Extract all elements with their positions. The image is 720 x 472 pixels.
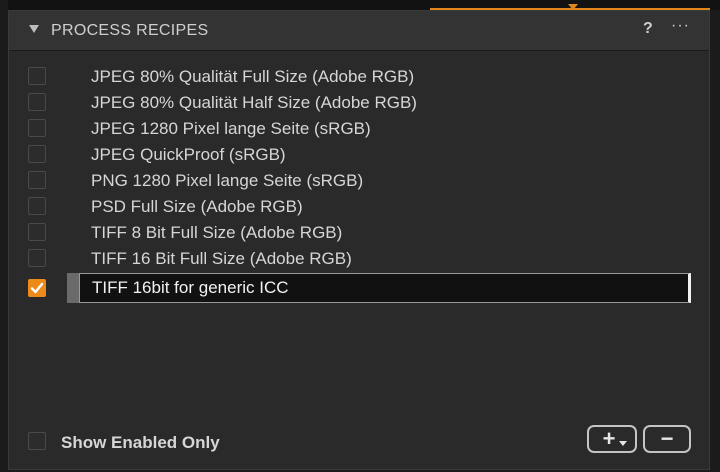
recipe-row[interactable]: TIFF 16 Bit Full Size (Adobe RGB) bbox=[9, 245, 709, 271]
recipe-label: JPEG 80% Qualität Half Size (Adobe RGB) bbox=[91, 93, 417, 112]
recipe-label: JPEG 1280 Pixel lange Seite (sRGB) bbox=[91, 119, 371, 138]
show-enabled-only-label[interactable]: Show Enabled Only bbox=[61, 433, 220, 453]
panel-title: PROCESS RECIPES bbox=[51, 22, 209, 39]
recipe-checkbox[interactable] bbox=[28, 279, 46, 297]
panel-header: PROCESS RECIPES ? ··· bbox=[9, 11, 709, 51]
recipe-row[interactable]: JPEG 80% Qualität Full Size (Adobe RGB) bbox=[9, 63, 709, 89]
recipe-label: TIFF 8 Bit Full Size (Adobe RGB) bbox=[91, 223, 343, 242]
recipe-checkbox[interactable] bbox=[28, 171, 46, 189]
recipe-label: JPEG 80% Qualität Full Size (Adobe RGB) bbox=[91, 67, 415, 86]
recipe-row[interactable]: PNG 1280 Pixel lange Seite (sRGB) bbox=[9, 167, 709, 193]
help-button[interactable]: ? bbox=[643, 20, 653, 38]
minus-icon: − bbox=[660, 426, 674, 451]
dropdown-arrow-icon bbox=[619, 441, 627, 446]
recipe-row[interactable]: JPEG 1280 Pixel lange Seite (sRGB) bbox=[9, 115, 709, 141]
process-recipes-panel: PROCESS RECIPES ? ··· JPEG 80% Qualität … bbox=[8, 10, 710, 470]
recipe-checkbox[interactable] bbox=[28, 145, 46, 163]
show-enabled-only-checkbox[interactable] bbox=[28, 432, 46, 450]
recipe-row[interactable]: PSD Full Size (Adobe RGB) bbox=[9, 193, 709, 219]
recipe-checkbox[interactable] bbox=[28, 67, 46, 85]
recipe-label: PSD Full Size (Adobe RGB) bbox=[91, 197, 303, 216]
recipe-checkbox[interactable] bbox=[28, 119, 46, 137]
recipe-checkbox[interactable] bbox=[28, 249, 46, 267]
recipe-label: PNG 1280 Pixel lange Seite (sRGB) bbox=[91, 171, 364, 190]
collapse-triangle-icon[interactable] bbox=[29, 25, 39, 33]
recipe-name-input[interactable] bbox=[79, 273, 691, 303]
recipe-checkbox[interactable] bbox=[28, 223, 46, 241]
remove-recipe-button[interactable]: − bbox=[643, 425, 691, 453]
recipe-checkbox[interactable] bbox=[28, 93, 46, 111]
recipe-row[interactable]: TIFF 8 Bit Full Size (Adobe RGB) bbox=[9, 219, 709, 245]
checkmark-icon bbox=[30, 282, 44, 294]
recipe-row[interactable]: JPEG 80% Qualität Half Size (Adobe RGB) bbox=[9, 89, 709, 115]
plus-icon: + bbox=[602, 426, 616, 451]
recipe-checkbox[interactable] bbox=[28, 197, 46, 215]
recipe-list: JPEG 80% Qualität Full Size (Adobe RGB) J… bbox=[9, 63, 709, 303]
add-recipe-button[interactable]: + bbox=[587, 425, 637, 453]
recipe-row[interactable] bbox=[9, 273, 709, 303]
recipe-label: TIFF 16 Bit Full Size (Adobe RGB) bbox=[91, 249, 352, 268]
recipe-row[interactable]: JPEG QuickProof (sRGB) bbox=[9, 141, 709, 167]
recipe-label: JPEG QuickProof (sRGB) bbox=[91, 145, 286, 164]
more-options-button[interactable]: ··· bbox=[671, 17, 690, 35]
panel-footer: Show Enabled Only + − bbox=[9, 413, 709, 469]
